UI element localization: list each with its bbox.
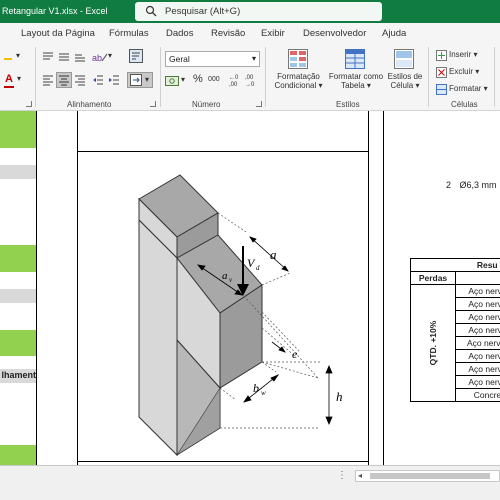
ribbon-tabs: Layout da Página Fórmulas Dados Revisão … <box>0 23 500 43</box>
qty-vertical-label: QTD. +10% <box>428 320 438 366</box>
cells-group-label: Células <box>451 100 478 109</box>
losses-header: Perdas <box>410 271 456 285</box>
dim-bw-subscript: w <box>261 389 266 397</box>
rebar-diameter: Ø6,3 mm <box>459 180 497 190</box>
align-center-icon[interactable] <box>58 74 70 86</box>
green-cell-block <box>0 330 36 356</box>
dim-av-label: a <box>222 270 228 282</box>
search-icon <box>145 5 157 17</box>
tab-review[interactable]: Revisão <box>211 28 245 39</box>
styles-group-label: Estilos <box>336 100 360 109</box>
summary-row: Aço nervu <box>455 375 500 389</box>
svg-text:,00: ,00 <box>245 75 254 81</box>
dim-a-label: a <box>270 247 277 262</box>
align-bottom-icon[interactable] <box>74 51 86 63</box>
summary-row: Aço nervu <box>455 284 500 298</box>
align-left-icon[interactable] <box>42 74 54 86</box>
scroll-left-icon[interactable]: ◂ <box>358 471 362 480</box>
conditional-format-icon <box>288 49 308 69</box>
summary-row: Aço nervu <box>455 349 500 363</box>
grey-cell-row <box>0 289 36 303</box>
dim-bw-label: b <box>253 381 259 395</box>
cell-styles-icon <box>394 49 414 69</box>
green-cell-block <box>0 445 36 465</box>
qty-vertical-cell: QTD. +10% <box>410 284 456 402</box>
green-cell-block <box>0 111 36 148</box>
decrease-indent-icon[interactable] <box>92 74 104 86</box>
summary-row: Aço nervu <box>455 310 500 324</box>
thousands-icon[interactable]: 000 <box>208 76 220 83</box>
summary-row: Aço nervu <box>455 323 500 337</box>
search-placeholder: Pesquisar (Alt+G) <box>165 6 241 17</box>
cell-styles-button[interactable]: Estilos de Célula ▾ <box>385 72 425 90</box>
svg-text:→0: →0 <box>245 82 255 88</box>
percent-icon[interactable]: % <box>193 73 203 85</box>
load-vd-label: V <box>247 256 256 270</box>
number-format-select[interactable]: Geral ▾ <box>165 51 260 67</box>
dim-e-label: e <box>292 347 298 361</box>
conditional-format-button[interactable]: Formatação Condicional ▾ <box>271 72 326 90</box>
number-group-label: Número <box>192 100 221 109</box>
delete-button[interactable]: Excluir ▾ <box>449 67 479 76</box>
horizontal-scrollbar[interactable]: ◂ <box>355 470 500 482</box>
wrap-text-icon[interactable] <box>129 49 143 63</box>
tab-developer[interactable]: Desenvolvedor <box>303 28 366 39</box>
alignment-launcher-icon[interactable] <box>150 101 156 107</box>
green-cell-block <box>0 245 36 272</box>
ribbon: ▾ A ▾ ab ▾ ▾ Alinhamento Geral ▾ ▾ % 000… <box>0 43 500 111</box>
tab-view[interactable]: Exibir <box>261 28 285 39</box>
left-cut-label: lhament <box>1 370 36 380</box>
tab-page-layout[interactable]: Layout da Página <box>21 28 95 39</box>
format-table-icon <box>345 49 365 69</box>
dim-h-label: h <box>336 389 343 404</box>
format-button[interactable]: Formatar ▾ <box>449 84 488 93</box>
highlight-icon[interactable] <box>4 52 12 60</box>
summary-table: Resu Perdas QTD. +10% Aço nervu Aço nerv… <box>410 258 500 402</box>
align-right-icon[interactable] <box>74 74 86 86</box>
tab-help[interactable]: Ajuda <box>382 28 406 39</box>
summary-header: Resu <box>455 258 500 272</box>
alignment-group-label: Alinhamento <box>67 100 112 109</box>
search-box[interactable]: Pesquisar (Alt+G) <box>135 2 382 21</box>
summary-row: Aço nervu <box>455 362 500 376</box>
scroll-thumb[interactable] <box>370 473 490 479</box>
delete-icon <box>436 67 447 78</box>
align-middle-icon[interactable] <box>58 51 70 63</box>
grey-cell-row <box>0 165 36 179</box>
font-color-icon[interactable]: A <box>5 73 13 85</box>
svg-text:,00: ,00 <box>229 82 238 88</box>
corbel-diagram: a a v V d e b w h <box>138 174 343 457</box>
format-as-table-button[interactable]: Formatar como Tabela ▾ <box>326 72 386 90</box>
title-bar: Retangular V1.xlsx - Excel Pesquisar (Al… <box>0 0 500 23</box>
merge-icon <box>130 74 142 86</box>
grey-cell-row: lhament <box>0 369 36 383</box>
svg-text:ab: ab <box>92 53 102 63</box>
format-icon <box>436 84 447 95</box>
worksheet[interactable]: lhament a a v V d e b w h 2 Ø6,3 mm Resu… <box>0 111 500 465</box>
insert-button[interactable]: Inserir ▾ <box>449 50 477 59</box>
rebar-quantity: 2 <box>446 180 452 190</box>
decrease-decimal-icon[interactable]: ,00→0 <box>244 72 258 88</box>
chevron-down-icon: ▾ <box>251 54 256 63</box>
summary-row: Aço nervur <box>455 336 500 350</box>
more-options-icon[interactable]: ⋮ <box>337 470 347 481</box>
window-title: Retangular V1.xlsx - Excel <box>2 6 108 16</box>
currency-icon[interactable] <box>165 74 181 88</box>
load-vd-subscript: d <box>256 264 260 272</box>
increase-indent-icon[interactable] <box>108 74 120 86</box>
summary-row: Concre <box>455 388 500 402</box>
summary-row: Aço nervu <box>455 297 500 311</box>
insert-icon <box>436 50 447 61</box>
sheet-bottom-bar: ⋮ ◂ <box>0 465 500 500</box>
tab-data[interactable]: Dados <box>166 28 193 39</box>
number-format-value: Geral <box>169 54 190 64</box>
font-color-bar <box>4 86 14 88</box>
tab-formulas[interactable]: Fórmulas <box>109 28 149 39</box>
rebar-note: 2 Ø6,3 mm <box>446 180 497 190</box>
increase-decimal-icon[interactable]: ←0,00 <box>228 72 242 88</box>
svg-text:←0: ←0 <box>229 75 239 81</box>
align-top-icon[interactable] <box>42 51 54 63</box>
number-launcher-icon[interactable] <box>256 101 262 107</box>
font-launcher-icon[interactable] <box>26 101 32 107</box>
